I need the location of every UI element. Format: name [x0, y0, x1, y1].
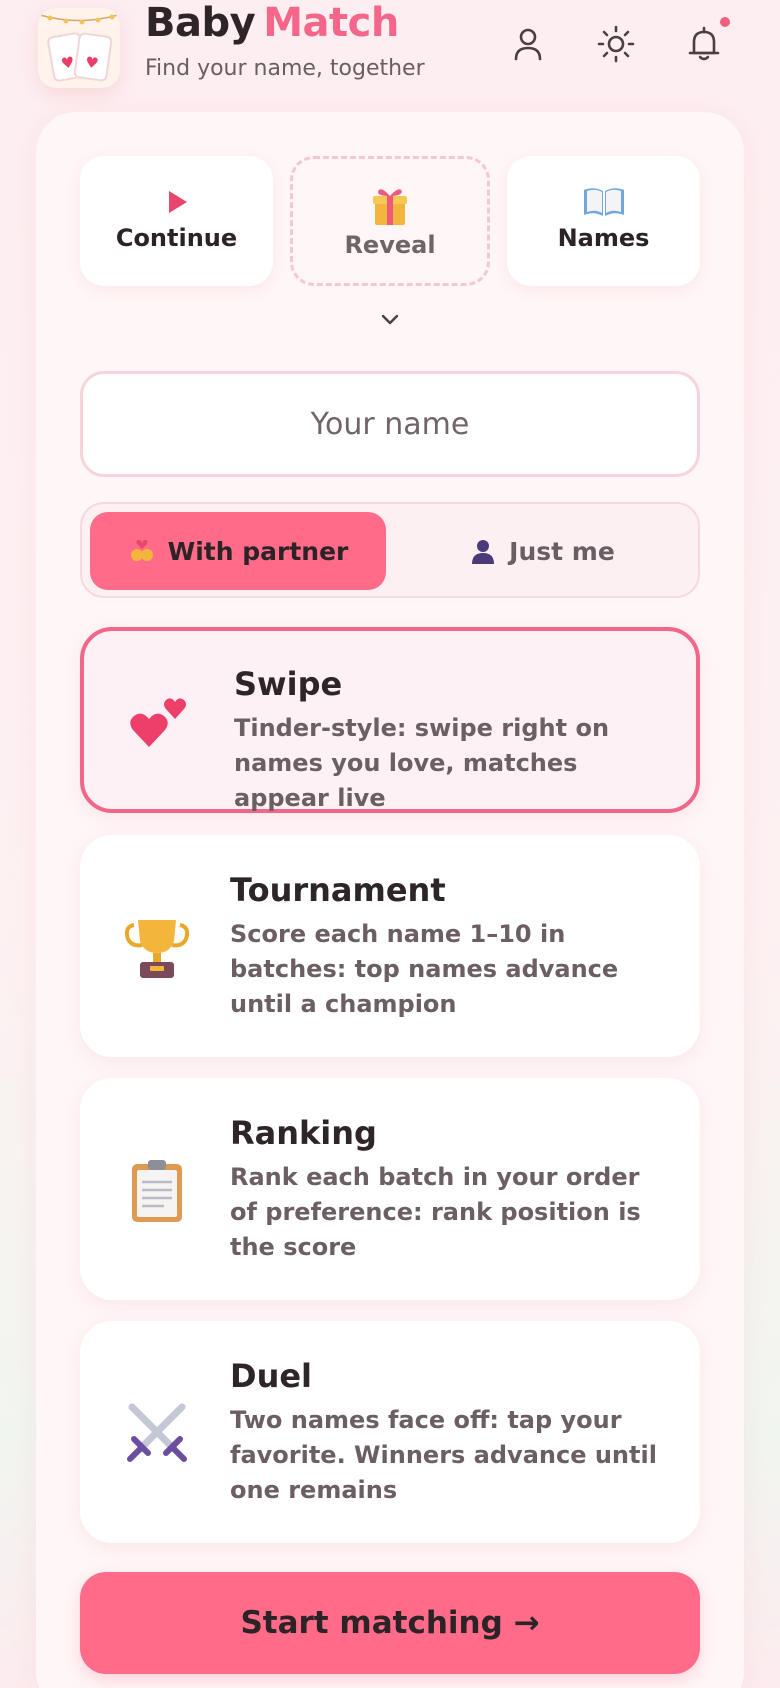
app-subtitle: Find your name, together: [145, 56, 425, 81]
play-icon: [168, 191, 187, 213]
with-partner-label: With partner: [167, 536, 349, 566]
person-icon: [472, 540, 495, 564]
names-label: Names: [557, 224, 650, 252]
mode-title-ranking: Ranking: [230, 1114, 377, 1152]
mode-title-swipe: Swipe: [234, 665, 343, 703]
continue-label: Continue: [115, 224, 238, 252]
book-icon: [583, 188, 624, 216]
your-name-input[interactable]: [80, 371, 700, 477]
mode-desc-swipe: Tinder-style: swipe right on names you l…: [234, 714, 610, 812]
app-title-baby: Baby: [145, 0, 256, 46]
logo-card-right: ♥: [72, 31, 114, 83]
just-me-option[interactable]: Just me: [394, 512, 690, 590]
user-icon[interactable]: [508, 24, 548, 64]
trophy-icon: [124, 920, 190, 978]
mode-desc-tournament: Score each name 1–10 in batches: top nam…: [230, 920, 619, 1018]
app-title: Baby Match: [145, 0, 399, 46]
with-partner-option[interactable]: With partner: [90, 512, 386, 590]
notification-dot: [720, 17, 730, 27]
hearts-icon: [130, 698, 186, 747]
partner-mode-toggle: With partner Just me: [80, 502, 700, 598]
mode-desc-duel: Two names face off: tap your favorite. W…: [230, 1406, 657, 1504]
mode-card-ranking[interactable]: Ranking Rank each batch in your order of…: [80, 1078, 700, 1300]
continue-button[interactable]: Continue: [80, 156, 273, 286]
start-matching-button[interactable]: Start matching →: [80, 1572, 700, 1674]
app-title-match: Match: [263, 0, 399, 46]
crossed-swords-icon: [127, 1403, 187, 1462]
mode-card-duel[interactable]: Duel Two names face off: tap your favori…: [80, 1321, 700, 1543]
mode-desc-ranking: Rank each batch in your order of prefere…: [230, 1163, 641, 1261]
names-button[interactable]: Names: [507, 156, 700, 286]
app-header: ♥ ♥ Baby Match Find your name, together: [0, 0, 780, 100]
chevron-down-icon[interactable]: [378, 308, 402, 332]
bell-icon[interactable]: [684, 24, 724, 64]
gift-icon: [373, 189, 407, 225]
just-me-label: Just me: [509, 536, 615, 566]
clipboard-icon: [132, 1160, 182, 1222]
sun-icon[interactable]: [596, 24, 636, 64]
mode-title-tournament: Tournament: [230, 871, 446, 909]
bunting-icon: [39, 14, 119, 25]
app-logo: ♥ ♥: [38, 8, 120, 88]
couple-icon: [130, 540, 153, 561]
mode-title-duel: Duel: [230, 1357, 313, 1395]
reveal-label: Reveal: [344, 231, 436, 259]
mode-card-swipe[interactable]: Swipe Tinder-style: swipe right on names…: [80, 627, 700, 813]
mode-card-tournament[interactable]: Tournament Score each name 1–10 in batch…: [80, 835, 700, 1057]
reveal-button[interactable]: Reveal: [290, 156, 490, 286]
